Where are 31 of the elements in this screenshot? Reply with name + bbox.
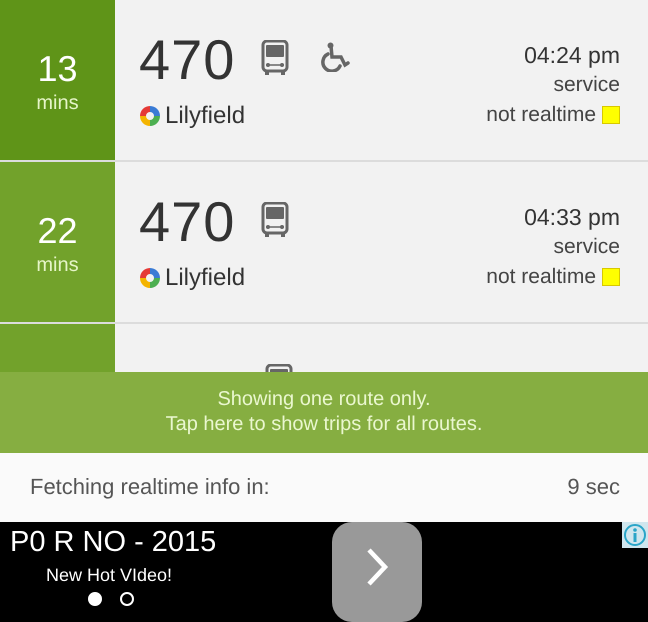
ad-subtitle: New Hot VIdeo! — [46, 565, 174, 586]
route-number: 470 — [139, 28, 236, 92]
carousel-dot[interactable] — [88, 592, 102, 606]
bus-icon — [261, 202, 290, 238]
ad-title: P0 R NO - 2015 — [10, 525, 218, 560]
realtime-status: not realtime — [486, 102, 596, 128]
ad-banner[interactable]: P0 R NO - 2015 New Hot VIdeo! — [0, 522, 648, 622]
carousel-dot[interactable] — [120, 592, 134, 606]
ad-next-button[interactable] — [332, 522, 422, 622]
banner-text: Showing one route only. — [217, 387, 431, 412]
minutes-unit: mins — [36, 254, 79, 276]
departure-time: 04:33 pm — [524, 203, 620, 232]
minutes-value: 22 — [37, 208, 78, 252]
departure-time: 04:24 pm — [524, 41, 620, 70]
bus-icon — [261, 40, 290, 76]
fetch-countdown: 9 sec — [567, 474, 620, 500]
departure-row[interactable]: 22 mins 470 Lilyfield 04:33 pm service not realtime — [0, 162, 648, 324]
destination: Lilyfield — [165, 102, 246, 130]
chevron-icon — [365, 547, 389, 587]
destination: Lilyfield — [165, 264, 246, 292]
fetch-label: Fetching realtime info in: — [30, 474, 270, 500]
realtime-status: not realtime — [486, 264, 596, 290]
operator-logo-icon — [139, 105, 161, 127]
banner-text: Tap here to show trips for all routes. — [166, 412, 482, 438]
departure-row[interactable]: 13 mins 470 Lilyfield 04:24 pm service not realtime — [0, 0, 648, 162]
minutes-value: 13 — [37, 46, 78, 90]
operator-logo-icon — [139, 267, 161, 289]
route-number: 470 — [139, 190, 236, 254]
minutes-unit: mins — [36, 92, 79, 114]
trip-type: service — [553, 72, 620, 98]
trip-type: service — [553, 234, 620, 260]
